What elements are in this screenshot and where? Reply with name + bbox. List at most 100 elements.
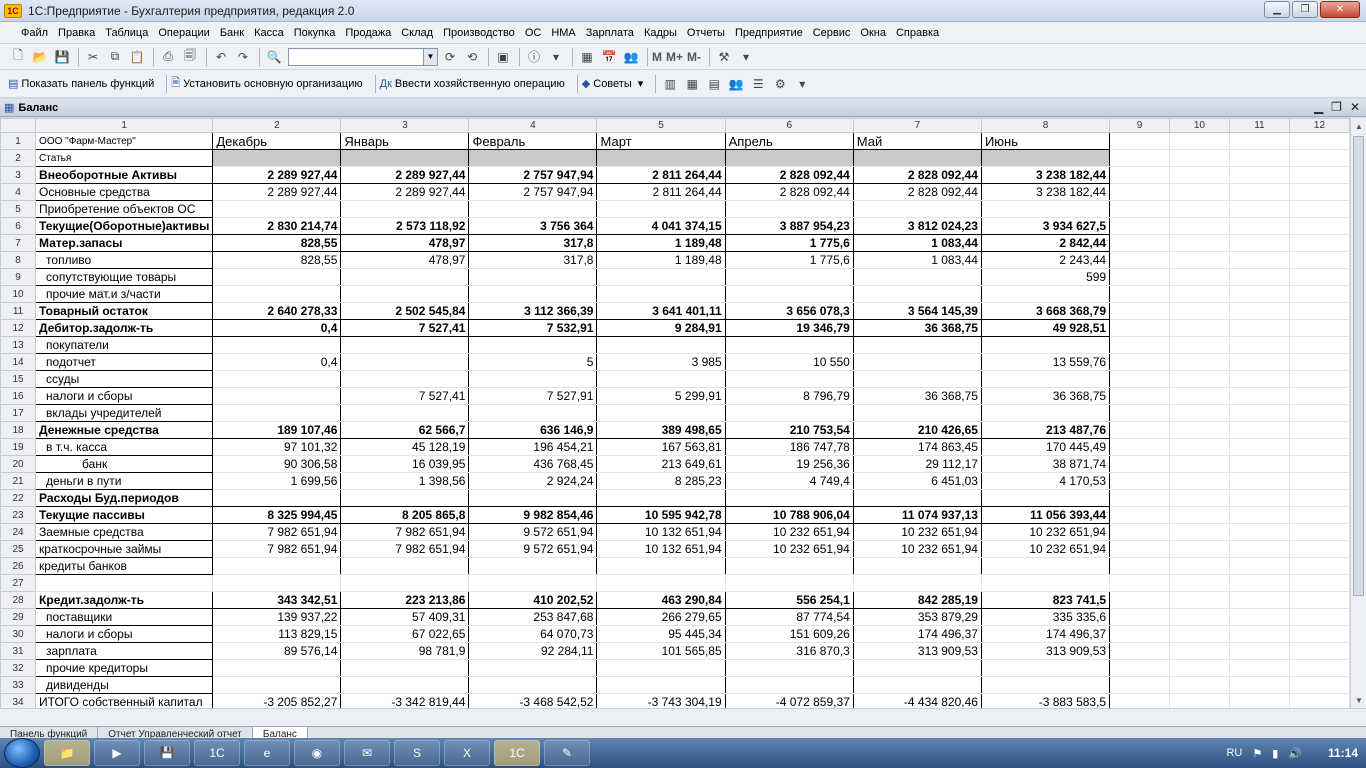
value-cell[interactable]: 316 870,3 [725, 642, 854, 660]
month-header[interactable]: Март [596, 132, 726, 150]
value-cell[interactable] [340, 149, 470, 167]
value-cell[interactable]: 313 909,53 [981, 642, 1111, 660]
value-cell[interactable]: 7 982 651,94 [212, 540, 342, 558]
row-label[interactable]: Расходы Буд.периодов [35, 489, 214, 507]
value-cell[interactable]: 823 741,5 [981, 591, 1111, 609]
value-cell[interactable]: 87 774,54 [725, 608, 854, 626]
copy-icon[interactable]: ⧉ [105, 47, 125, 67]
value-cell[interactable] [468, 404, 598, 422]
scroll-up-icon[interactable]: ▲ [1351, 118, 1366, 134]
value-cell[interactable]: 1 398,56 [340, 472, 470, 490]
value-cell[interactable]: 10 232 651,94 [853, 523, 982, 541]
value-cell[interactable]: 16 039,95 [340, 455, 470, 473]
empty-cell[interactable] [1109, 387, 1170, 405]
empty-cell[interactable] [1109, 438, 1170, 456]
empty-cell[interactable] [1109, 183, 1170, 201]
empty-cell[interactable] [1109, 132, 1170, 150]
empty-cell[interactable] [1109, 557, 1170, 575]
value-cell[interactable] [596, 404, 726, 422]
row-header[interactable]: 17 [0, 404, 37, 422]
value-cell[interactable] [853, 489, 982, 507]
value-cell[interactable] [853, 659, 982, 677]
close-button[interactable]: ✕ [1320, 1, 1360, 18]
corner-cell[interactable] [0, 118, 37, 133]
doc-restore-button[interactable]: ❐ [1331, 100, 1342, 114]
row-header[interactable]: 16 [0, 387, 37, 405]
value-cell[interactable] [725, 268, 854, 286]
flag-icon[interactable]: ⚑ [1252, 747, 1262, 760]
month-header[interactable]: Апрель [725, 132, 854, 150]
menu-item[interactable]: Касса [249, 27, 289, 39]
empty-cell[interactable] [1169, 217, 1230, 235]
empty-cell[interactable] [1289, 591, 1350, 609]
empty-cell[interactable] [1229, 574, 1290, 592]
row-header[interactable]: 19 [0, 438, 37, 456]
value-cell[interactable] [468, 370, 598, 388]
value-cell[interactable]: 2 828 092,44 [725, 166, 854, 184]
empty-cell[interactable] [1109, 370, 1170, 388]
empty-cell[interactable] [1289, 149, 1350, 167]
value-cell[interactable]: 174 863,45 [853, 438, 982, 456]
value-cell[interactable]: 7 527,41 [340, 387, 470, 405]
row-label[interactable]: поставщики [35, 608, 214, 626]
empty-cell[interactable] [1169, 302, 1230, 320]
value-cell[interactable] [981, 285, 1111, 303]
value-cell[interactable] [981, 557, 1111, 575]
value-cell[interactable] [853, 336, 982, 354]
task-ie[interactable]: e [244, 740, 290, 766]
value-cell[interactable]: 36 368,75 [981, 387, 1111, 405]
value-cell[interactable] [340, 659, 470, 677]
empty-cell[interactable] [1229, 455, 1290, 473]
spreadsheet-area[interactable]: 1 2 3 4 5 6 7 8 9 10 11 12 1 ООО "Фарм-Мастер" Декабрь… [0, 118, 1350, 708]
calculator-icon[interactable]: ▦ [577, 47, 597, 67]
settings-icon[interactable]: ⚙ [770, 74, 790, 94]
row-header[interactable]: 26 [0, 557, 37, 575]
row-label[interactable]: налоги и сборы [35, 387, 214, 405]
empty-cell[interactable] [1229, 557, 1290, 575]
empty-cell[interactable] [1109, 319, 1170, 337]
empty-cell[interactable] [1109, 489, 1170, 507]
value-cell[interactable] [212, 676, 342, 694]
empty-cell[interactable] [1169, 574, 1230, 592]
row-header[interactable]: 8 [0, 251, 37, 269]
column-header[interactable]: 10 [1168, 118, 1230, 133]
value-cell[interactable] [212, 149, 342, 167]
value-cell[interactable]: 1 083,44 [853, 234, 982, 252]
value-cell[interactable] [853, 557, 982, 575]
menu-item[interactable]: Производство [438, 27, 520, 39]
info-icon[interactable]: ⓘ [524, 47, 544, 67]
empty-cell[interactable] [1169, 591, 1230, 609]
value-cell[interactable] [596, 200, 726, 218]
empty-cell[interactable] [1229, 166, 1290, 184]
row-header[interactable]: 4 [0, 183, 37, 201]
value-cell[interactable]: 2 640 278,33 [212, 302, 342, 320]
value-cell[interactable]: 67 022,65 [340, 625, 470, 643]
row-label[interactable]: покупатели [35, 336, 214, 354]
value-cell[interactable]: 57 409,31 [340, 608, 470, 626]
month-header[interactable]: Декабрь [212, 132, 342, 150]
value-cell[interactable]: 3 812 024,23 [853, 217, 982, 235]
empty-cell[interactable] [1229, 370, 1290, 388]
value-cell[interactable]: 7 527,91 [468, 387, 598, 405]
empty-cell[interactable] [1109, 421, 1170, 439]
row-label[interactable]: Товарный остаток [35, 302, 214, 320]
value-cell[interactable]: 556 254,1 [725, 591, 854, 609]
value-cell[interactable]: 8 285,23 [596, 472, 726, 490]
empty-cell[interactable] [1289, 455, 1350, 473]
value-cell[interactable]: 4 170,53 [981, 472, 1111, 490]
empty-cell[interactable] [1229, 132, 1290, 150]
menu-item[interactable]: Продажа [340, 27, 396, 39]
value-cell[interactable]: 1 083,44 [853, 251, 982, 269]
value-cell[interactable]: 335 335,6 [981, 608, 1111, 626]
value-cell[interactable] [725, 336, 854, 354]
empty-cell[interactable] [1229, 642, 1290, 660]
empty-cell[interactable] [1169, 438, 1230, 456]
list-icon[interactable]: ☰ [748, 74, 768, 94]
value-cell[interactable] [212, 336, 342, 354]
value-cell[interactable] [596, 557, 726, 575]
value-cell[interactable]: 266 279,65 [596, 608, 726, 626]
value-cell[interactable]: 98 781,9 [340, 642, 470, 660]
value-cell[interactable]: 6 451,03 [853, 472, 982, 490]
empty-cell[interactable] [1229, 387, 1290, 405]
row-header[interactable]: 18 [0, 421, 37, 439]
